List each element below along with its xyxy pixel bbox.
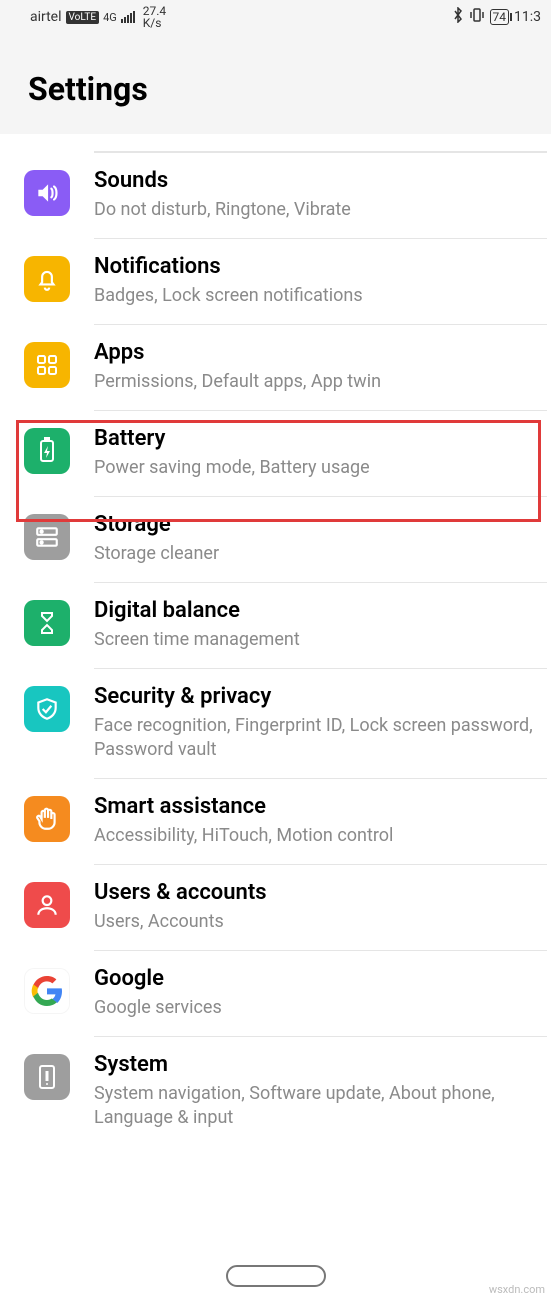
item-subtitle: Face recognition, Fingerprint ID, Lock s…: [94, 714, 535, 762]
bluetooth-icon: [452, 7, 464, 27]
data-speed: 27.4 K/s: [143, 5, 166, 29]
item-title: Google: [94, 966, 535, 992]
item-title: System: [94, 1052, 535, 1078]
battery-indicator: 74: [490, 9, 510, 25]
settings-item-security[interactable]: Security & privacy Face recognition, Fin…: [0, 668, 551, 778]
settings-item-digital-balance[interactable]: Digital balance Screen time management: [0, 582, 551, 668]
carrier-label: airtel: [30, 9, 62, 25]
hand-icon: [24, 796, 70, 842]
settings-item-apps[interactable]: Apps Permissions, Default apps, App twin: [0, 324, 551, 410]
settings-item-notifications[interactable]: Notifications Badges, Lock screen notifi…: [0, 238, 551, 324]
user-icon: [24, 882, 70, 928]
storage-icon: [24, 514, 70, 560]
settings-item-system[interactable]: System System navigation, Software updat…: [0, 1036, 551, 1146]
sounds-icon: [24, 170, 70, 216]
google-icon: [24, 968, 70, 1014]
network-type: 4G: [103, 12, 117, 23]
volte-badge: VoLTE: [66, 11, 100, 24]
shield-icon: [24, 686, 70, 732]
apps-icon: [24, 342, 70, 388]
watermark: wsxdn.com: [489, 1283, 545, 1296]
battery-icon: [24, 428, 70, 474]
status-left: airtel VoLTE 4G 27.4 K/s: [30, 5, 166, 29]
item-subtitle: Storage cleaner: [94, 542, 535, 566]
item-title: Notifications: [94, 254, 535, 280]
item-subtitle: Do not disturb, Ringtone, Vibrate: [94, 198, 535, 222]
home-indicator[interactable]: [226, 1265, 326, 1287]
settings-item-users-accounts[interactable]: Users & accounts Users, Accounts: [0, 864, 551, 950]
system-icon: [24, 1054, 70, 1100]
bell-icon: [24, 256, 70, 302]
status-bar: airtel VoLTE 4G 27.4 K/s 74 11:3: [0, 0, 551, 34]
settings-item-sounds[interactable]: Sounds Do not disturb, Ringtone, Vibrate: [0, 152, 551, 238]
item-subtitle: Users, Accounts: [94, 910, 535, 934]
item-title: Storage: [94, 512, 535, 538]
settings-header: Settings: [0, 34, 551, 134]
clock: 11:3: [514, 9, 541, 25]
item-subtitle: System navigation, Software update, Abou…: [94, 1082, 535, 1130]
settings-item-battery[interactable]: Battery Power saving mode, Battery usage: [0, 410, 551, 496]
item-title: Sounds: [94, 168, 535, 194]
item-title: Apps: [94, 340, 535, 366]
signal-icon: [121, 11, 135, 23]
settings-item-smart-assistance[interactable]: Smart assistance Accessibility, HiTouch,…: [0, 778, 551, 864]
item-title: Smart assistance: [94, 794, 535, 820]
status-right: 74 11:3: [452, 7, 542, 27]
item-subtitle: Google services: [94, 996, 535, 1020]
item-subtitle: Accessibility, HiTouch, Motion control: [94, 824, 535, 848]
item-title: Digital balance: [94, 598, 535, 624]
page-title: Settings: [28, 70, 523, 108]
item-subtitle: Permissions, Default apps, App twin: [94, 370, 535, 394]
item-title: Security & privacy: [94, 684, 535, 710]
item-subtitle: Screen time management: [94, 628, 535, 652]
hourglass-icon: [24, 600, 70, 646]
item-title: Users & accounts: [94, 880, 535, 906]
item-subtitle: Badges, Lock screen notifications: [94, 284, 535, 308]
vibrate-icon: [469, 7, 485, 27]
item-title: Battery: [94, 426, 535, 452]
settings-item-storage[interactable]: Storage Storage cleaner: [0, 496, 551, 582]
item-subtitle: Power saving mode, Battery usage: [94, 456, 535, 480]
settings-item-google[interactable]: Google Google services: [0, 950, 551, 1036]
partial-row-top: [94, 134, 547, 152]
settings-list: Sounds Do not disturb, Ringtone, Vibrate…: [0, 134, 551, 1146]
